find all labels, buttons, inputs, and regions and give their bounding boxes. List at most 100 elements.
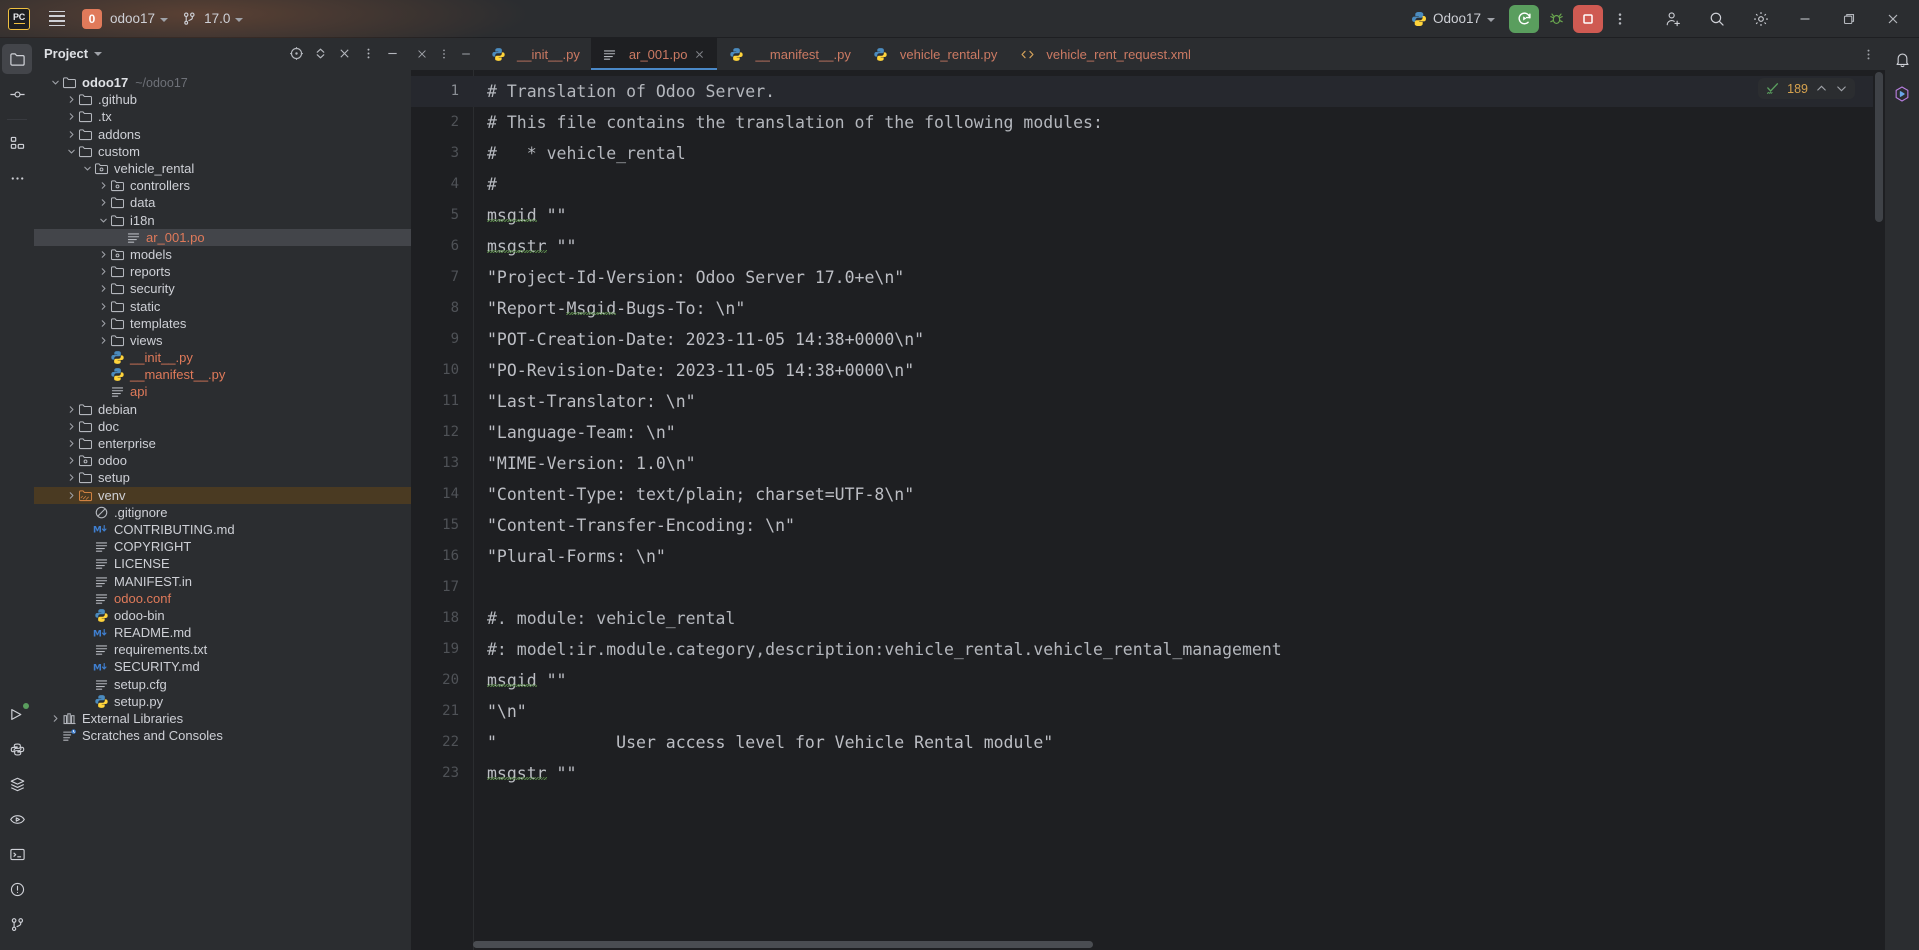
chevron-right-icon[interactable]	[98, 283, 109, 294]
code-line[interactable]: # This file contains the translation of …	[473, 107, 1885, 138]
stop-button[interactable]	[1573, 4, 1603, 33]
tree-item-addons[interactable]: addons	[34, 126, 411, 143]
tree-item-copyright[interactable]: COPYRIGHT	[34, 538, 411, 555]
settings-button[interactable]	[1739, 0, 1783, 38]
code-editor[interactable]: 1 2 3 4 5 6 7 8 9 10 11 12 13 14 15 16 17 18 19 20 21 22 23 # …	[411, 70, 1885, 950]
chevron-right-icon[interactable]	[98, 335, 109, 346]
editor-more-icon[interactable]	[1857, 39, 1879, 69]
tree-item-api[interactable]: api	[34, 383, 411, 400]
sidebar-item-problems[interactable]	[2, 874, 32, 904]
sidebar-item-more[interactable]	[2, 163, 32, 193]
tree-item-odoo-bin[interactable]: odoo-bin	[34, 607, 411, 624]
chevron-right-icon[interactable]	[66, 472, 77, 483]
chevron-right-icon[interactable]	[98, 318, 109, 329]
chevron-down-icon[interactable]	[98, 215, 109, 226]
tree-item-setup-py[interactable]: setup.py	[34, 693, 411, 710]
code-line[interactable]: "Report-Msgid-Bugs-To: \n"	[473, 293, 1885, 324]
tree-item-scratches-and-consoles[interactable]: Scratches and Consoles	[34, 727, 411, 744]
tree-item-setup[interactable]: setup	[34, 469, 411, 486]
chevron-right-icon[interactable]	[66, 94, 77, 105]
minimize-window-button[interactable]	[1783, 0, 1827, 38]
tree-item-requirements-txt[interactable]: requirements.txt	[34, 641, 411, 658]
expand-collapse-icon[interactable]	[309, 42, 331, 64]
options-icon[interactable]	[357, 42, 379, 64]
sidebar-item-python-packages[interactable]	[2, 734, 32, 764]
search-everywhere-button[interactable]	[1695, 0, 1739, 38]
tree-item-custom[interactable]: custom	[34, 143, 411, 160]
chevron-up-icon[interactable]	[1815, 82, 1828, 95]
code-line[interactable]: "Project-Id-Version: Odoo Server 17.0+e\…	[473, 262, 1885, 293]
sidebar-item-terminal[interactable]	[2, 839, 32, 869]
tab-options-icon[interactable]	[433, 39, 455, 69]
code-line[interactable]: msgstr ""	[473, 758, 1885, 789]
branch-chevron-down-icon[interactable]	[235, 17, 244, 22]
project-badge[interactable]: 0	[82, 8, 102, 29]
tree-item-templates[interactable]: templates	[34, 315, 411, 332]
chevron-right-icon[interactable]	[98, 301, 109, 312]
tree-item-doc[interactable]: doc	[34, 418, 411, 435]
chevron-right-icon[interactable]	[66, 129, 77, 140]
chevron-right-icon[interactable]	[66, 111, 77, 122]
run-configuration-selector[interactable]: Odoo17	[1403, 9, 1503, 29]
inspection-widget[interactable]: 189	[1758, 78, 1855, 99]
tree-item-views[interactable]: views	[34, 332, 411, 349]
tree-item-contributing-md[interactable]: M CONTRIBUTING.md	[34, 521, 411, 538]
tree-item-security-md[interactable]: M SECURITY.md	[34, 658, 411, 675]
sidebar-item-structure[interactable]	[2, 128, 32, 158]
tree-item-init-py[interactable]: __init__.py	[34, 349, 411, 366]
tree-item-i18n[interactable]: i18n	[34, 212, 411, 229]
sidebar-item-run[interactable]	[2, 699, 32, 729]
editor-tab-vehicle-rent-request-xml[interactable]: vehicle_rent_request.xml	[1008, 38, 1202, 70]
add-user-button[interactable]	[1651, 0, 1695, 38]
main-menu-button[interactable]	[42, 5, 72, 33]
code-line[interactable]: "Language-Team: \n"	[473, 417, 1885, 448]
editor-tab-close-icon[interactable]	[693, 48, 706, 61]
tree-item-manifest-py[interactable]: __manifest__.py	[34, 366, 411, 383]
more-actions-button[interactable]	[1607, 5, 1633, 33]
tree-item-odoo[interactable]: odoo	[34, 452, 411, 469]
debug-button[interactable]	[1543, 5, 1569, 33]
close-all-tabs-icon[interactable]	[411, 39, 433, 69]
project-chevron-down-icon[interactable]	[160, 17, 169, 22]
project-panel-chevron-down-icon[interactable]	[94, 52, 103, 56]
tree-item-odoo-conf[interactable]: odoo.conf	[34, 590, 411, 607]
chevron-right-icon[interactable]	[50, 713, 61, 724]
chevron-right-icon[interactable]	[98, 249, 109, 260]
code-line[interactable]: # * vehicle_rental	[473, 138, 1885, 169]
chevron-right-icon[interactable]	[98, 266, 109, 277]
tree-item-github[interactable]: .github	[34, 91, 411, 108]
code-content[interactable]: # Translation of Odoo Server. # This file…	[473, 70, 1885, 950]
sidebar-item-debug[interactable]	[2, 804, 32, 834]
tree-item-controllers[interactable]: controllers	[34, 177, 411, 194]
tree-item-venv[interactable]: venv	[34, 486, 411, 504]
code-line[interactable]: #. module: vehicle_rental	[473, 603, 1885, 634]
code-line[interactable]: # Translation of Odoo Server.	[473, 76, 1885, 107]
code-line[interactable]: "MIME-Version: 1.0\n"	[473, 448, 1885, 479]
editor-horizontal-scrollbar[interactable]	[473, 941, 1873, 950]
close-window-button[interactable]	[1871, 0, 1915, 38]
rerun-button[interactable]	[1509, 4, 1539, 33]
select-opened-file-icon[interactable]	[285, 42, 307, 64]
chevron-right-icon[interactable]	[66, 455, 77, 466]
tree-item-security[interactable]: security	[34, 280, 411, 297]
tree-item-enterprise[interactable]: enterprise	[34, 435, 411, 452]
chevron-right-icon[interactable]	[66, 490, 77, 501]
chevron-down-icon[interactable]	[66, 146, 77, 157]
tree-item-readme-md[interactable]: M README.md	[34, 624, 411, 641]
code-line[interactable]: "\n"	[473, 696, 1885, 727]
chevron-down-icon[interactable]	[1835, 82, 1848, 95]
code-line[interactable]: "POT-Creation-Date: 2023-11-05 14:38+000…	[473, 324, 1885, 355]
notifications-icon[interactable]	[1887, 44, 1917, 74]
tree-item-ar-001-po[interactable]: ar_001.po	[34, 228, 411, 246]
code-line[interactable]: "PO-Revision-Date: 2023-11-05 14:38+0000…	[473, 355, 1885, 386]
code-line[interactable]: "Content-Type: text/plain; charset=UTF-8…	[473, 479, 1885, 510]
hide-icon[interactable]	[333, 42, 355, 64]
hide-tabs-icon[interactable]	[455, 39, 477, 69]
sidebar-item-services[interactable]	[2, 769, 32, 799]
chevron-down-icon[interactable]	[50, 77, 61, 88]
editor-tab-init-py[interactable]: __init__.py	[479, 38, 591, 70]
tree-item-data[interactable]: data	[34, 194, 411, 211]
code-line[interactable]: "Last-Translator: \n"	[473, 386, 1885, 417]
sidebar-item-project[interactable]	[2, 44, 32, 74]
tree-item-static[interactable]: static	[34, 297, 411, 314]
